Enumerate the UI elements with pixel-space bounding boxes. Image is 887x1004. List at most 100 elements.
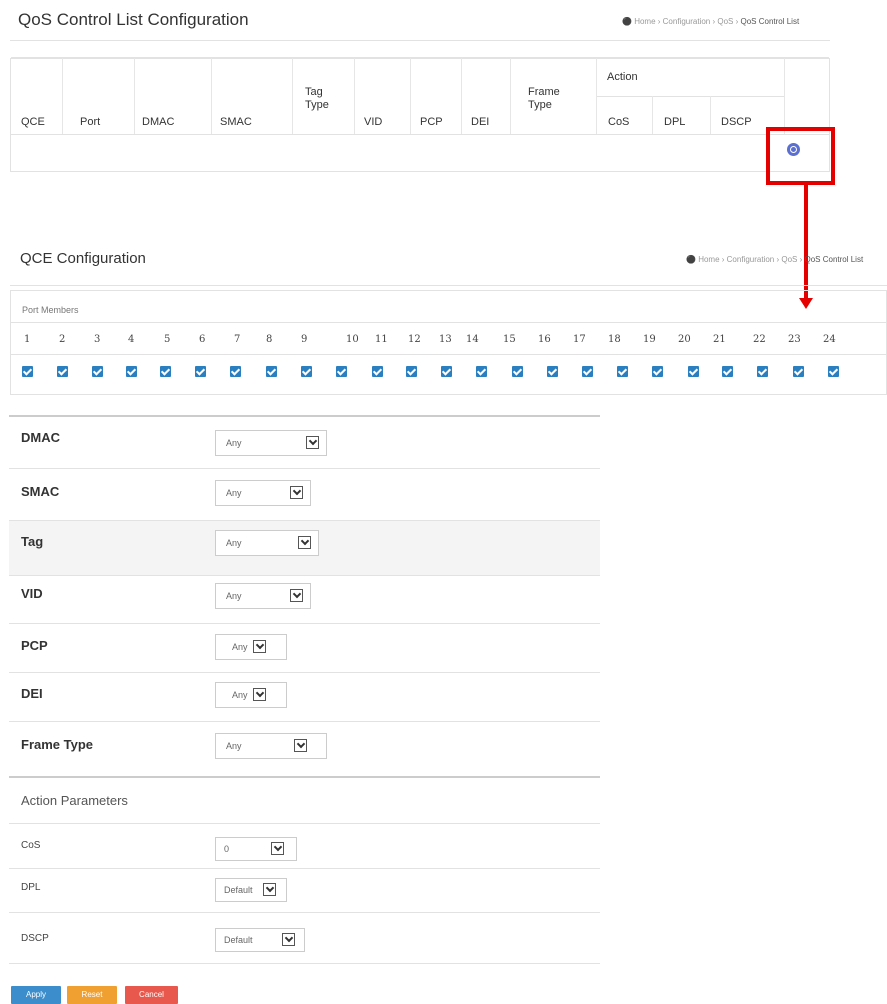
home-icon[interactable]: ⚫ <box>622 17 632 26</box>
port-member-checkbox-4[interactable] <box>126 366 137 377</box>
port-member-checkbox-14[interactable] <box>476 366 487 377</box>
col-qce: QCE <box>21 116 45 128</box>
port-number-9: 9 <box>301 334 308 345</box>
breadcrumb-configuration[interactable]: Configuration <box>727 255 775 264</box>
port-member-checkbox-12[interactable] <box>406 366 417 377</box>
port-number-13: 13 <box>439 334 452 345</box>
port-member-checkbox-5[interactable] <box>160 366 171 377</box>
port-member-checkbox-1[interactable] <box>22 366 33 377</box>
reset-button[interactable]: Reset <box>67 986 117 1004</box>
dmac-label: DMAC <box>21 430 60 445</box>
chevron-down-icon <box>298 536 311 549</box>
breadcrumb-home[interactable]: Home <box>698 255 719 264</box>
port-member-checkbox-7[interactable] <box>230 366 241 377</box>
col-cos: CoS <box>608 116 630 128</box>
col-dpl: DPL <box>664 116 686 128</box>
chevron-down-icon <box>290 589 303 602</box>
port-member-checkbox-21[interactable] <box>722 366 733 377</box>
pcp-select[interactable]: Any <box>215 634 287 660</box>
smac-value: Any <box>226 488 242 498</box>
port-number-4: 4 <box>128 334 135 345</box>
pcp-label: PCP <box>21 638 48 653</box>
port-member-checkbox-9[interactable] <box>301 366 312 377</box>
col-action: Action <box>607 71 638 83</box>
apply-button[interactable]: Apply <box>11 986 61 1004</box>
breadcrumb-qos[interactable]: QoS <box>781 255 797 264</box>
chevron-down-icon <box>282 933 295 946</box>
port-number-19: 19 <box>643 334 656 345</box>
port-member-checkbox-8[interactable] <box>266 366 277 377</box>
vid-select[interactable]: Any <box>215 583 311 609</box>
cos-label: CoS <box>21 840 41 851</box>
smac-label: SMAC <box>21 484 60 499</box>
tag-label: Tag <box>21 534 44 549</box>
port-member-checkbox-15[interactable] <box>512 366 523 377</box>
port-member-checkbox-20[interactable] <box>688 366 699 377</box>
port-member-checkbox-16[interactable] <box>547 366 558 377</box>
tag-select[interactable]: Any <box>215 530 319 556</box>
port-number-12: 12 <box>408 334 421 345</box>
dei-label: DEI <box>21 686 43 701</box>
port-member-checkbox-17[interactable] <box>582 366 593 377</box>
dei-value: Any <box>232 690 248 700</box>
port-member-checkbox-3[interactable] <box>92 366 103 377</box>
chevron-down-icon <box>263 883 276 896</box>
port-number-1: 1 <box>24 334 31 345</box>
home-icon[interactable]: ⚫ <box>686 255 696 264</box>
dei-select[interactable]: Any <box>215 682 287 708</box>
chevron-down-icon <box>306 436 319 449</box>
config-breadcrumb: ⚫ Home › Configuration › QoS › QoS Contr… <box>686 255 864 264</box>
port-members-label: Port Members <box>22 305 79 315</box>
dpl-select[interactable]: Default <box>215 878 287 902</box>
breadcrumb-home[interactable]: Home <box>634 17 655 26</box>
breadcrumb-current: QoS Control List <box>740 17 800 26</box>
port-member-checkbox-24[interactable] <box>828 366 839 377</box>
chevron-down-icon <box>294 739 307 752</box>
breadcrumb-configuration[interactable]: Configuration <box>663 17 711 26</box>
port-member-checkbox-11[interactable] <box>372 366 383 377</box>
port-number-17: 17 <box>573 334 586 345</box>
port-number-18: 18 <box>608 334 621 345</box>
dpl-value: Default <box>224 885 253 895</box>
port-member-checkbox-19[interactable] <box>652 366 663 377</box>
vid-label: VID <box>21 586 43 601</box>
tag-value: Any <box>226 538 242 548</box>
breadcrumb-current: QoS Control List <box>804 255 864 264</box>
breadcrumb-qos[interactable]: QoS <box>717 17 733 26</box>
port-number-2: 2 <box>59 334 66 345</box>
list-page-title: QoS Control List Configuration <box>18 10 249 29</box>
port-number-20: 20 <box>678 334 691 345</box>
port-number-10: 10 <box>346 334 359 345</box>
port-member-checkbox-6[interactable] <box>195 366 206 377</box>
port-member-checkbox-13[interactable] <box>441 366 452 377</box>
chevron-down-icon <box>253 640 266 653</box>
cancel-button[interactable]: Cancel <box>125 986 178 1004</box>
port-number-21: 21 <box>713 334 726 345</box>
list-breadcrumb: ⚫ Home › Configuration › QoS › QoS Contr… <box>622 17 800 26</box>
port-member-checkbox-23[interactable] <box>793 366 804 377</box>
col-pcp: PCP <box>420 116 443 128</box>
cos-select[interactable]: 0 <box>215 837 297 861</box>
col-frame-type: Frame Type <box>528 86 560 111</box>
col-port: Port <box>80 116 101 128</box>
port-member-checkbox-10[interactable] <box>336 366 347 377</box>
col-tag-type: Tag Type <box>305 86 329 111</box>
chevron-down-icon <box>271 842 284 855</box>
frame-type-select[interactable]: Any <box>215 733 327 759</box>
chevron-down-icon <box>253 688 266 701</box>
port-member-checkbox-18[interactable] <box>617 366 628 377</box>
port-number-7: 7 <box>234 334 241 345</box>
port-number-5: 5 <box>164 334 171 345</box>
port-member-checkbox-22[interactable] <box>757 366 768 377</box>
port-number-3: 3 <box>94 334 101 345</box>
col-dei: DEI <box>471 116 490 128</box>
port-member-checkbox-2[interactable] <box>57 366 68 377</box>
port-number-6: 6 <box>199 334 206 345</box>
pcp-value: Any <box>232 642 248 652</box>
dscp-select[interactable]: Default <box>215 928 305 952</box>
frame-type-label: Frame Type <box>21 737 94 752</box>
config-page-title: QCE Configuration <box>20 250 146 267</box>
dmac-select[interactable]: Any <box>215 430 327 456</box>
port-number-11: 11 <box>375 334 388 345</box>
smac-select[interactable]: Any <box>215 480 311 506</box>
